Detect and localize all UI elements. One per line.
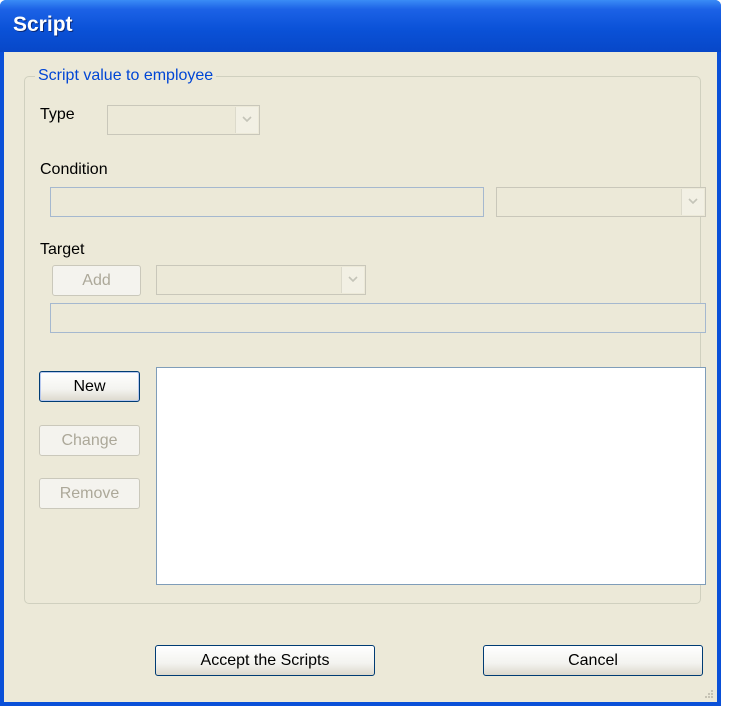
type-dropdown-button[interactable] [235,107,258,133]
chevron-down-icon [242,116,252,123]
target-text-field[interactable] [50,303,706,333]
title-bar[interactable]: Script [0,0,721,52]
window-title: Script [13,13,73,36]
scripts-listbox[interactable] [156,367,706,585]
chevron-down-icon [348,276,358,283]
type-combobox[interactable] [107,105,260,135]
target-dropdown-button[interactable] [341,267,364,293]
change-script-button[interactable]: Change [39,425,140,456]
chevron-down-icon [688,198,698,205]
script-value-groupbox: Script value to employee Type Condition [24,67,706,604]
resize-grip-icon[interactable] [702,687,714,699]
remove-script-button[interactable]: Remove [39,478,140,509]
script-dialog: Script Script value to employee Type Con… [0,0,721,706]
new-script-button[interactable]: New [39,371,140,402]
add-target-button[interactable]: Add [52,265,141,296]
condition-combobox[interactable] [496,187,706,217]
group-legend: Script value to employee [35,67,217,85]
accept-scripts-button[interactable]: Accept the Scripts [155,645,375,676]
condition-dropdown-button[interactable] [681,189,704,215]
condition-label: Condition [40,161,108,178]
target-combobox[interactable] [156,265,366,295]
target-label: Target [40,241,85,258]
type-label: Type [40,106,75,123]
dialog-client-area: Script value to employee Type Condition [4,52,717,702]
cancel-button[interactable]: Cancel [483,645,703,676]
condition-text-field[interactable] [50,187,484,217]
